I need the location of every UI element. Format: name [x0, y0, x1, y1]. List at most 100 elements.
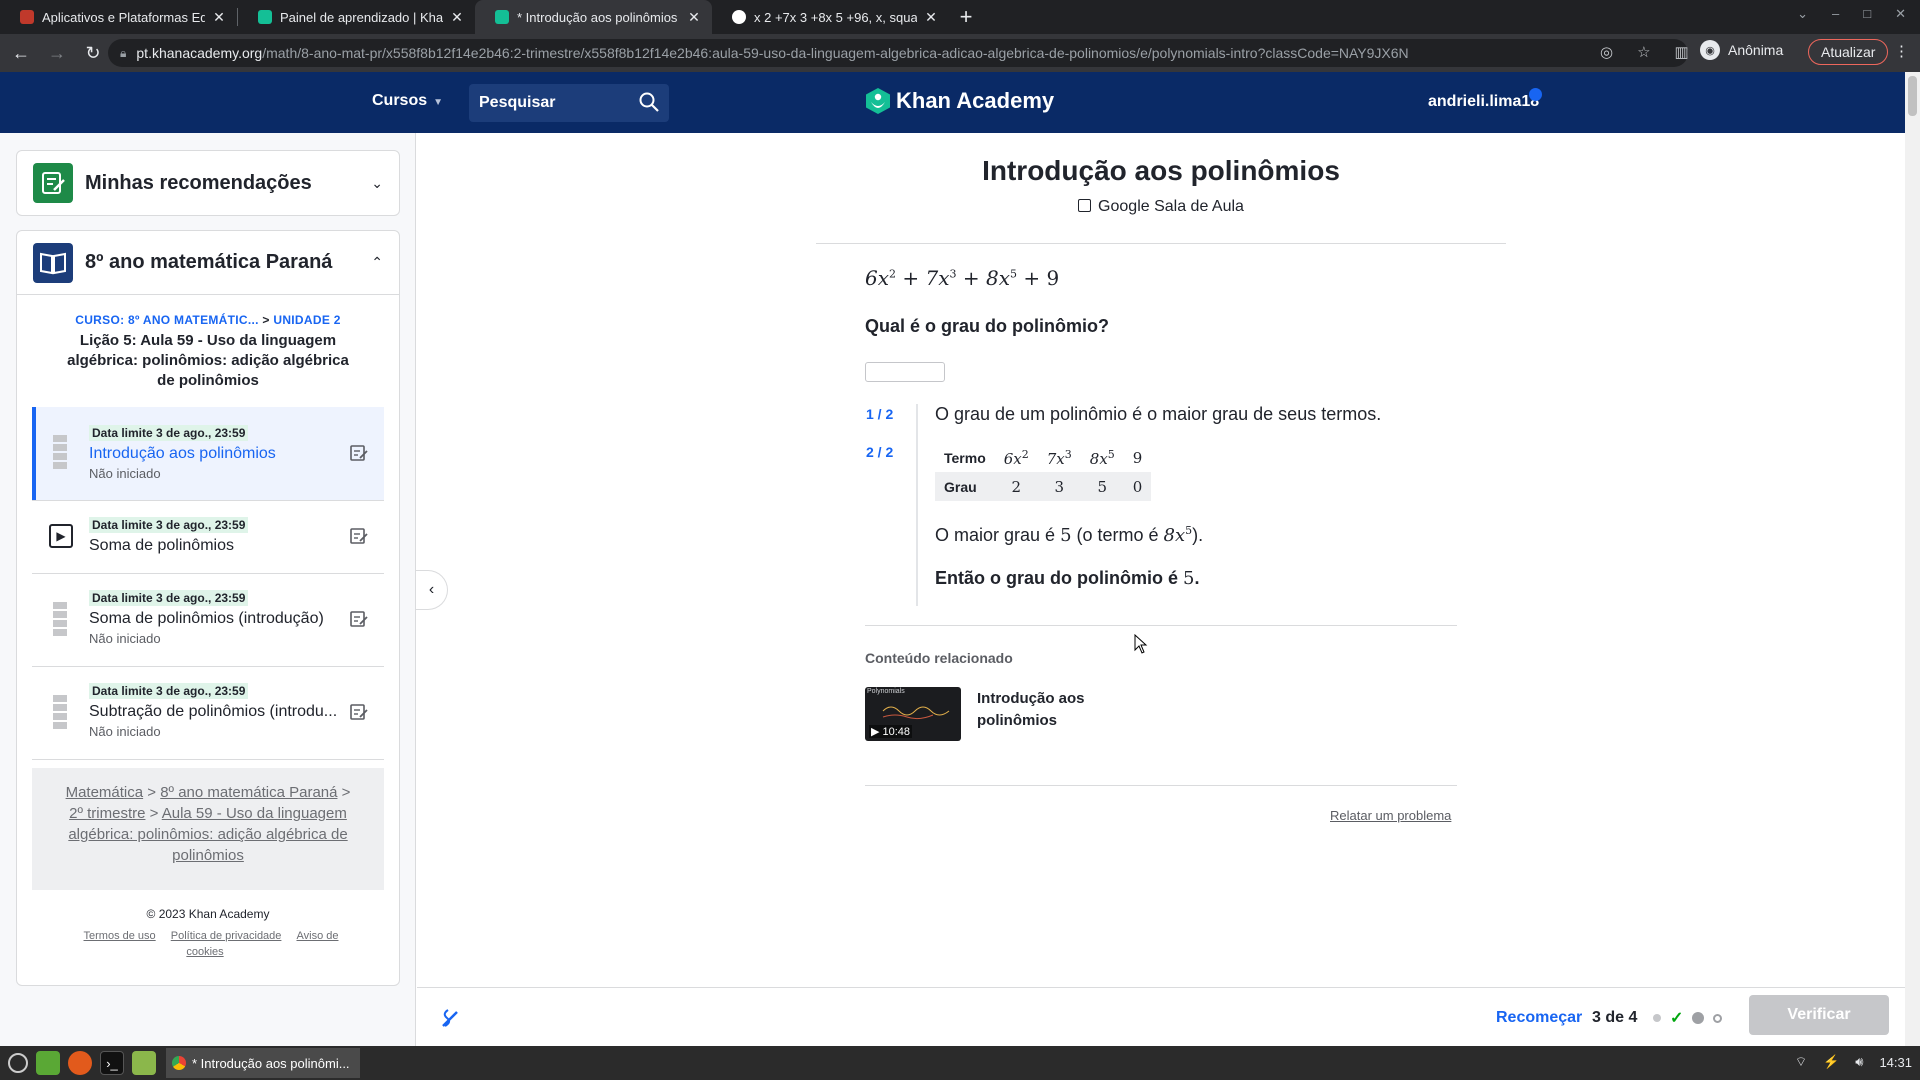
google-classroom-label: Google Sala de Aula: [1098, 198, 1244, 215]
address-bar[interactable]: 🔒︎ pt.khanacademy.org/math/8-ano-mat-pr/…: [108, 39, 1688, 67]
chevron-down-icon[interactable]: ⌄: [371, 175, 383, 192]
volume-icon[interactable]: 🔊︎: [1855, 1054, 1863, 1070]
question-counter: 3 de 4: [1592, 1009, 1638, 1026]
close-tab-icon[interactable]: ✕: [923, 9, 939, 26]
due-date-badge: Data limite 3 de ago., 23:59: [89, 683, 249, 699]
reload-icon[interactable]: ↻: [78, 38, 108, 68]
breadcrumb-course-link[interactable]: CURSO: 8º ANO MATEMÁTIC...: [75, 313, 259, 327]
chrome-icon: [172, 1056, 186, 1070]
firefox-icon[interactable]: [68, 1051, 92, 1075]
update-button[interactable]: Atualizar: [1808, 39, 1889, 65]
verify-button[interactable]: Verificar: [1749, 995, 1889, 1035]
show-desktop-icon[interactable]: [36, 1051, 60, 1075]
report-problem-link[interactable]: Relatar um problema: [1330, 808, 1451, 823]
courses-menu[interactable]: Cursos ▼: [372, 92, 443, 110]
clock[interactable]: 14:31: [1879, 1055, 1912, 1070]
close-tab-icon[interactable]: ✕: [686, 9, 702, 26]
taskbar-window-chrome[interactable]: * Introdução aos polinômi...: [166, 1048, 360, 1078]
privacy-link[interactable]: Política de privacidade: [171, 930, 282, 942]
term-cell: 8x: [1089, 449, 1108, 468]
side-panel-icon[interactable]: ▥: [1675, 43, 1689, 61]
crumb-link[interactable]: 2º trimestre: [69, 805, 145, 822]
tab-title: Aplicativos e Plataformas Edu: [42, 9, 205, 25]
recommendations-header[interactable]: Minhas recomendações ⌄: [17, 151, 399, 215]
related-video-thumbnail[interactable]: Polynomials ▶ 10:48: [865, 687, 961, 741]
browser-tab-active[interactable]: * Introdução aos polinômios ( ✕: [475, 0, 712, 34]
table-cell: 5: [1080, 472, 1124, 501]
chevron-up-icon[interactable]: ⌃: [371, 254, 383, 271]
tab-favicon-icon: [20, 10, 34, 24]
course-header[interactable]: 8º ano matemática Paraná ⌃: [17, 231, 399, 295]
tab-search-icon[interactable]: ⌄: [1797, 6, 1808, 22]
power-icon[interactable]: ⚡: [1823, 1054, 1839, 1070]
new-tab-icon[interactable]: +: [949, 0, 983, 34]
hint-text: O grau de um polinômio é o maior grau de…: [935, 404, 1382, 424]
close-tab-icon[interactable]: ✕: [449, 9, 465, 26]
lesson-item-name: Introdução aos polinômios: [89, 445, 276, 462]
user-menu[interactable]: andrieli.lima18: [1428, 93, 1539, 111]
search-box[interactable]: Pesquisar: [469, 84, 669, 122]
term-cell: 9: [1132, 448, 1143, 467]
video-play-icon: ▶: [49, 524, 73, 548]
lesson-item-active[interactable]: Data limite 3 de ago., 23:59 Introdução …: [32, 407, 384, 500]
scratchpad-pencil-icon[interactable]: [439, 1006, 463, 1030]
page-breadcrumb: Matemática > 8º ano matemática Paraná > …: [32, 768, 384, 890]
exercise-progress-icon: [53, 435, 69, 469]
lesson-item-name: Soma de polinômios (introdução): [89, 610, 324, 627]
files-folder-icon[interactable]: [132, 1051, 156, 1075]
browser-tab[interactable]: Painel de aprendizado | Khan ✕: [238, 0, 475, 34]
related-content-heading: Conteúdo relacionado: [865, 650, 1013, 666]
close-tab-icon[interactable]: ✕: [211, 9, 227, 26]
google-favicon-icon: [732, 10, 746, 24]
omnibox-actions: ◎ ☆ ▥: [1600, 43, 1689, 61]
restart-button[interactable]: Recomeçar: [1496, 1009, 1582, 1027]
scrollbar-thumb[interactable]: [1908, 76, 1917, 116]
site-info-icon[interactable]: 🔒︎: [120, 46, 126, 61]
exp-cell: 2: [1021, 447, 1029, 461]
wifi-icon[interactable]: ⌔: [1795, 1054, 1807, 1070]
page-scrollbar[interactable]: [1905, 72, 1920, 1046]
recommendations-card[interactable]: Minhas recomendações ⌄: [16, 150, 400, 216]
collapse-sidebar-icon[interactable]: ‹: [416, 570, 448, 610]
menu-start-icon[interactable]: [8, 1053, 28, 1073]
update-label: Atualizar: [1821, 44, 1876, 60]
lesson-item[interactable]: ▶ Data limite 3 de ago., 23:59 Soma de p…: [32, 501, 384, 573]
lesson-item[interactable]: Data limite 3 de ago., 23:59 Subtração d…: [32, 667, 384, 759]
exp-2: 3: [949, 267, 957, 281]
url-text: pt.khanacademy.org/math/8-ano-mat-pr/x55…: [136, 45, 1408, 61]
back-icon[interactable]: ←: [6, 38, 36, 68]
lesson-item[interactable]: Data limite 3 de ago., 23:59 Soma de pol…: [32, 574, 384, 666]
divider: [865, 785, 1457, 786]
exp-cell: 5: [1107, 447, 1115, 461]
forward-icon[interactable]: →: [42, 38, 72, 68]
exercise-footer: Recomeçar 3 de 4 ✓ Verificar: [417, 987, 1905, 1046]
terminal-icon[interactable]: ›_: [100, 1051, 124, 1075]
hint-part: Então o grau do polinômio é: [935, 568, 1183, 588]
thumbnail-scribble: [882, 706, 950, 720]
minimize-icon[interactable]: –: [1832, 6, 1839, 22]
profile-chip[interactable]: ◉ Anônima: [1700, 40, 1783, 60]
term-4: 9: [1046, 266, 1060, 290]
menu-kebab-icon[interactable]: ⋮: [1894, 42, 1909, 60]
table-cell: 3: [1037, 472, 1081, 501]
related-video-title[interactable]: Introdução aos polinômios: [977, 688, 1117, 732]
maximize-icon[interactable]: □: [1863, 6, 1871, 22]
recommendations-title: Minhas recomendações: [85, 171, 312, 194]
due-date-badge: Data limite 3 de ago., 23:59: [89, 425, 249, 441]
khan-logo[interactable]: Khan Academy: [866, 88, 1054, 114]
answer-input[interactable]: [865, 362, 945, 382]
term-3: 8x: [986, 266, 1011, 290]
close-window-icon[interactable]: ✕: [1895, 6, 1906, 22]
crumb-link[interactable]: Matemática: [66, 784, 144, 801]
google-classroom-link[interactable]: Google Sala de Aula: [816, 198, 1506, 216]
tracking-eye-icon[interactable]: ◎: [1600, 43, 1613, 61]
table-row: Grau 2 3 5 0: [935, 472, 1152, 501]
browser-tab[interactable]: Aplicativos e Plataformas Edu ✕: [0, 0, 237, 34]
lesson-item-status: Não iniciado: [89, 466, 161, 481]
system-tray: ⌔ ⚡ 🔊︎ 14:31: [1795, 1054, 1912, 1070]
crumb-link[interactable]: 8º ano matemática Paraná: [160, 784, 337, 801]
terms-link[interactable]: Termos de uso: [84, 930, 156, 942]
browser-tab[interactable]: x 2 +7x 3 +8x 5 +96, x, squared ✕: [712, 0, 949, 34]
bookmark-star-icon[interactable]: ☆: [1637, 43, 1650, 61]
breadcrumb-unit-link[interactable]: UNIDADE 2: [273, 313, 340, 327]
